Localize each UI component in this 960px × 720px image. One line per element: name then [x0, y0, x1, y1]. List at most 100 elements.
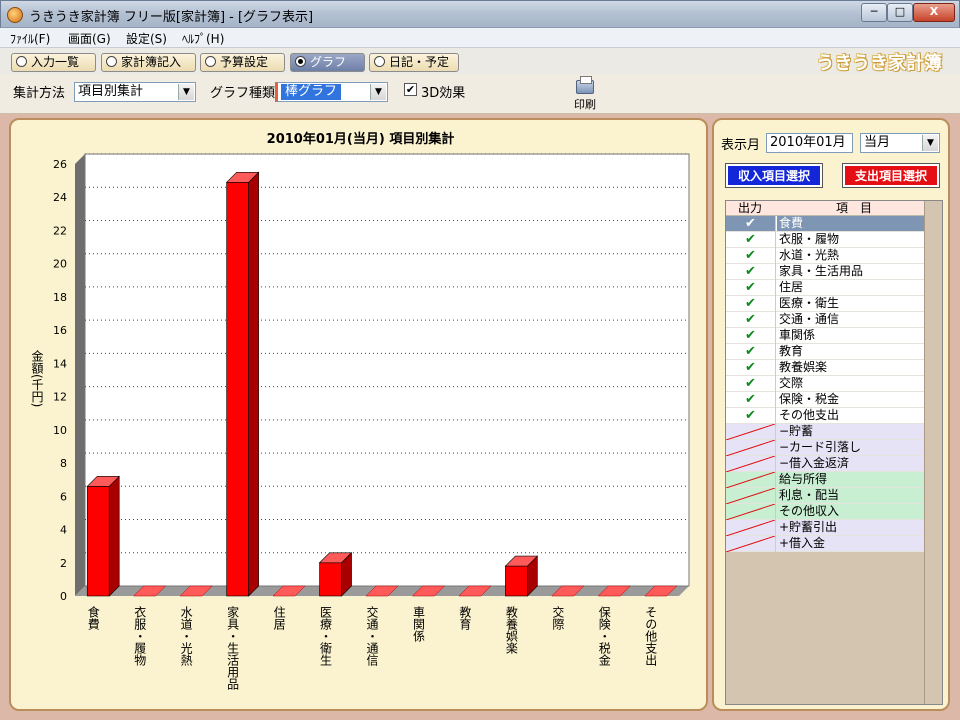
column-separator — [775, 360, 776, 376]
checkmark-icon[interactable]: ✔ — [726, 392, 775, 407]
list-item[interactable]: ✔ 水道・光熱 — [726, 248, 924, 264]
list-item[interactable]: +貯蓄引出 — [726, 520, 924, 536]
checkmark-icon[interactable]: ✔ — [726, 376, 775, 391]
output-cell[interactable] — [726, 536, 775, 552]
bar-side — [248, 171, 259, 597]
column-item: 項 目 — [836, 201, 873, 215]
list-item-label: 利息・配当 — [779, 488, 840, 502]
income-items-button[interactable]: 収入項目選択 — [725, 163, 823, 188]
tab-graph[interactable]: グラフ — [290, 53, 365, 72]
column-separator — [775, 440, 776, 456]
month-input[interactable]: 2010年01月 — [766, 133, 853, 153]
menu-settings[interactable]: 設定(S) — [126, 30, 167, 47]
list-item-label: 保険・税金 — [779, 392, 840, 406]
list-item[interactable]: −借入金返済 — [726, 456, 924, 472]
print-button[interactable]: 印刷 — [568, 76, 602, 111]
y-tick-label: 26 — [53, 158, 67, 171]
list-item[interactable]: ✔ その他支出 — [726, 408, 924, 424]
list-item[interactable]: ✔ 車関係 — [726, 328, 924, 344]
checkmark-icon[interactable]: ✔ — [726, 296, 775, 311]
close-button[interactable]: X — [913, 3, 955, 22]
list-item[interactable]: ✔ 教養娯楽 — [726, 360, 924, 376]
list-item[interactable]: ✔ 住居 — [726, 280, 924, 296]
list-item[interactable]: ✔ 交通・通信 — [726, 312, 924, 328]
checkmark-icon[interactable]: ✔ — [726, 216, 775, 231]
menu-screen[interactable]: 画面(G) — [68, 30, 111, 47]
list-item[interactable]: ✔ 家具・生活用品 — [726, 264, 924, 280]
list-item-label: 教養娯楽 — [779, 360, 828, 374]
y-tick-label: 18 — [53, 291, 67, 304]
list-item[interactable]: ✔ 衣服・履物 — [726, 232, 924, 248]
output-cell[interactable] — [726, 472, 775, 488]
tab-input-list[interactable]: 入力一覧 — [11, 53, 96, 72]
chevron-down-icon[interactable]: ▼ — [178, 84, 194, 100]
menu-file[interactable]: ﾌｧｲﾙ(F) — [10, 30, 50, 47]
checkmark-icon[interactable]: ✔ — [726, 408, 775, 423]
list-item-label: 給与所得 — [779, 472, 828, 486]
list-item[interactable]: ✔ 交際 — [726, 376, 924, 392]
list-item-label: −借入金返済 — [779, 456, 850, 470]
chevron-down-icon[interactable]: ▼ — [922, 135, 938, 151]
output-cell[interactable] — [726, 520, 775, 536]
list-item[interactable]: ✔ 医療・衛生 — [726, 296, 924, 312]
tab-budget-settings[interactable]: 予算設定 — [200, 53, 285, 72]
column-separator — [775, 344, 776, 360]
scrollbar[interactable] — [924, 201, 942, 704]
x-tick-label: 保険・税金 — [597, 606, 611, 666]
list-item[interactable]: −貯蓄 — [726, 424, 924, 440]
title-bar: うきうき家計簿 フリー版[家計簿] - [グラフ表示] ─ □ X — [0, 0, 960, 28]
disabled-cross-icon — [726, 424, 775, 440]
checkmark-icon[interactable]: ✔ — [726, 344, 775, 359]
checkmark-icon[interactable]: ✔ — [726, 360, 775, 375]
effect-3d-checkbox[interactable]: ✔ — [404, 83, 417, 96]
graph-type-select[interactable]: 棒グラフ ▼ — [275, 82, 388, 102]
plot-area — [84, 153, 690, 587]
list-item[interactable]: ✔ 食費 — [726, 216, 924, 232]
output-cell[interactable] — [726, 504, 775, 520]
checkmark-icon[interactable]: ✔ — [726, 232, 775, 247]
expense-items-button[interactable]: 支出項目選択 — [842, 163, 940, 188]
output-cell[interactable] — [726, 456, 775, 472]
list-item-label: 交通・通信 — [779, 312, 840, 326]
list-item-label: 食費 — [777, 216, 924, 231]
period-select[interactable]: 当月 ▼ — [860, 133, 940, 153]
chevron-down-icon[interactable]: ▼ — [370, 84, 386, 100]
y-tick-label: 10 — [53, 424, 67, 437]
column-separator — [775, 376, 776, 392]
tab-label: グラフ — [310, 55, 347, 69]
bar — [226, 181, 249, 597]
graph-type-label: グラフ種類 — [210, 86, 276, 101]
checkmark-icon[interactable]: ✔ — [726, 248, 775, 263]
checkmark-icon[interactable]: ✔ — [726, 312, 775, 327]
maximize-button[interactable]: □ — [887, 3, 913, 22]
tab-diary-schedule[interactable]: 日記・予定 — [369, 53, 459, 72]
x-tick-label: 衣服・履物 — [133, 605, 147, 666]
column-separator — [775, 216, 776, 232]
tab-kakeibo-entry[interactable]: 家計簿記入 — [101, 53, 196, 72]
checkmark-icon[interactable]: ✔ — [726, 328, 775, 343]
aggregation-select[interactable]: 項目別集計 ▼ — [74, 82, 196, 102]
list-item-label: 家具・生活用品 — [779, 264, 864, 278]
list-item[interactable]: その他収入 — [726, 504, 924, 520]
minimize-button[interactable]: ─ — [861, 3, 887, 22]
bar-side — [108, 475, 120, 597]
brand-logo: うきうき家計簿 — [816, 53, 942, 74]
column-separator — [775, 264, 776, 280]
disabled-cross-icon — [726, 504, 775, 520]
column-separator — [775, 248, 776, 264]
list-item[interactable]: ✔ 保険・税金 — [726, 392, 924, 408]
list-item[interactable]: 給与所得 — [726, 472, 924, 488]
list-item[interactable]: −カード引落し — [726, 440, 924, 456]
checkmark-icon[interactable]: ✔ — [726, 280, 775, 295]
list-item[interactable]: ✔ 教育 — [726, 344, 924, 360]
tab-label: 入力一覧 — [31, 55, 80, 69]
column-separator — [775, 504, 776, 520]
column-separator — [775, 408, 776, 424]
menu-help[interactable]: ﾍﾙﾌﾟ(H) — [182, 30, 224, 47]
list-item[interactable]: 利息・配当 — [726, 488, 924, 504]
output-cell[interactable] — [726, 424, 775, 440]
output-cell[interactable] — [726, 440, 775, 456]
list-item[interactable]: +借入金 — [726, 536, 924, 552]
output-cell[interactable] — [726, 488, 775, 504]
checkmark-icon[interactable]: ✔ — [726, 264, 775, 279]
